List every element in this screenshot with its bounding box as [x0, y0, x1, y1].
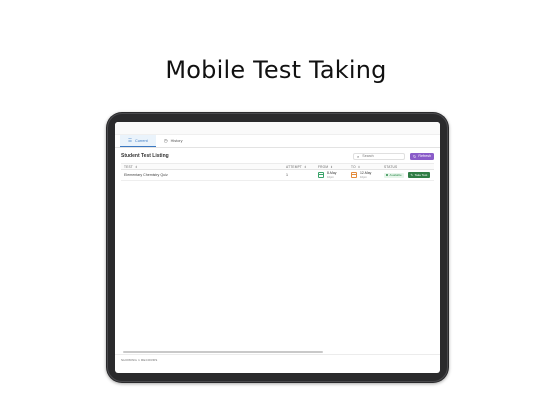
tab-history-label: History	[170, 139, 183, 143]
calendar-icon	[351, 172, 357, 178]
column-header-from[interactable]: FROM ⇕	[318, 165, 351, 169]
app-top-strip	[115, 122, 440, 135]
take-test-button[interactable]: ✎ Take Test	[408, 172, 430, 178]
cell-from: 8-May 10pm	[318, 171, 351, 179]
table-header: TEST ⇕ ATTEMPT ⇕ FROM ⇕ TO ⇕ STATUS	[121, 163, 434, 170]
sort-icon: ⇕	[330, 164, 333, 169]
to-time: 10pm	[360, 175, 367, 179]
listing-title: Student Test Listing	[121, 153, 169, 159]
column-header-to[interactable]: TO ⇕	[351, 165, 384, 169]
cell-test-name: Elementary Chemistry Quiz	[124, 173, 168, 177]
listing-header: Student Test Listing ⌕ ↻ Refresh	[115, 150, 440, 162]
table-row: Elementary Chemistry Quiz 1 8-May 10pm 1…	[121, 170, 434, 181]
search-icon: ⌕	[357, 153, 360, 159]
refresh-button[interactable]: ↻ Refresh	[410, 152, 434, 160]
tablet-screen: ☰ Current ◷ History Student Test Listing…	[115, 122, 440, 373]
clock-icon: ◷	[163, 138, 168, 143]
status-badge: Available	[384, 172, 404, 178]
column-header-attempt[interactable]: ATTEMPT ⇕	[286, 165, 318, 169]
column-header-status: STATUS	[384, 164, 398, 169]
test-table: TEST ⇕ ATTEMPT ⇕ FROM ⇕ TO ⇕ STATUS Elementa…	[121, 163, 434, 181]
pencil-icon: ✎	[410, 173, 414, 177]
refresh-icon: ↻	[413, 153, 417, 159]
tab-current[interactable]: ☰ Current	[120, 135, 156, 147]
record-count: SHOWING 1 RECORDS	[121, 357, 158, 362]
tab-history[interactable]: ◷ History	[156, 135, 191, 147]
cell-to: 12-May 10pm	[351, 171, 384, 179]
cell-action: ✎ Take Test	[408, 172, 432, 178]
sort-icon: ⇕	[357, 164, 361, 169]
tab-current-label: Current	[135, 138, 148, 143]
column-header-test[interactable]: TEST ⇕	[121, 165, 286, 169]
cell-status: Available	[384, 172, 408, 178]
sort-icon: ⇕	[304, 164, 307, 169]
search-input[interactable]	[362, 153, 403, 159]
table-footer: SHOWING 1 RECORDS	[115, 354, 440, 364]
tab-bar: ☰ Current ◷ History	[115, 135, 440, 148]
from-time: 10pm	[327, 175, 334, 179]
calendar-icon	[318, 172, 324, 178]
horizontal-scrollbar[interactable]	[123, 351, 323, 353]
status-dot-icon	[386, 174, 388, 176]
refresh-label: Refresh	[418, 154, 431, 158]
list-icon: ☰	[128, 137, 133, 143]
tablet-frame: ☰ Current ◷ History Student Test Listing…	[106, 112, 449, 383]
page-headline: Mobile Test Taking	[165, 56, 387, 84]
cell-attempt: 1	[286, 173, 288, 177]
sort-icon: ⇕	[134, 164, 138, 169]
search-box[interactable]: ⌕	[353, 152, 406, 160]
